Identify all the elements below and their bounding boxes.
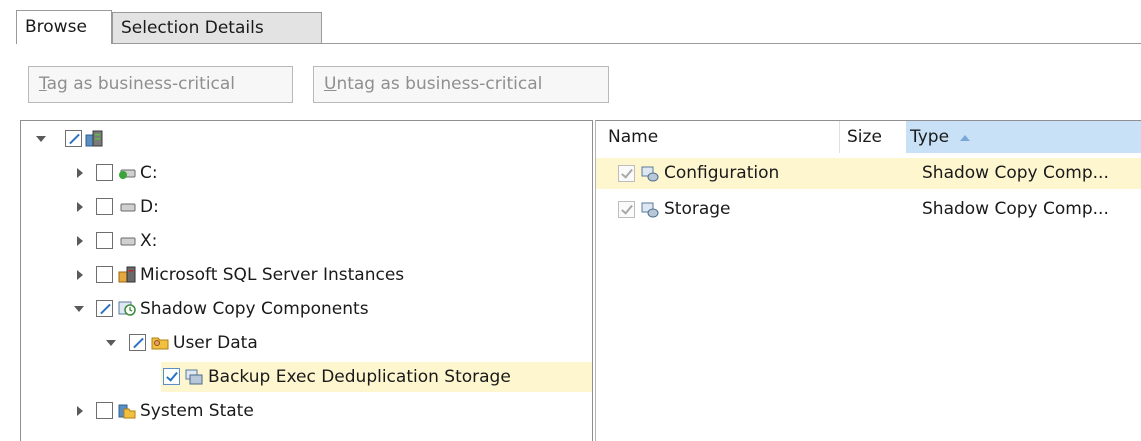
tree-item-shadow-copy[interactable]: Shadow Copy Components xyxy=(21,294,592,324)
row-type: Shadow Copy Comp... xyxy=(922,199,1109,219)
server-icon xyxy=(85,130,103,147)
row-name: Configuration xyxy=(664,163,780,183)
column-header-type[interactable]: Type xyxy=(906,121,1141,153)
untag-business-critical-button[interactable]: Untag as business-critical xyxy=(313,66,609,103)
selection-tree[interactable]: C: D: X: Microsoft SQL Server Instances xyxy=(20,120,593,441)
tree-item-dedup-storage[interactable]: Backup Exec Deduplication Storage xyxy=(21,362,592,392)
tree-item-c-drive[interactable]: C: xyxy=(21,158,592,188)
d-drive-checkbox[interactable] xyxy=(96,198,113,215)
tree-item-label: User Data xyxy=(173,333,258,353)
column-header-type-label: Type xyxy=(910,127,950,147)
c-drive-checkbox[interactable] xyxy=(96,164,113,181)
tree-item-x-drive[interactable]: X: xyxy=(21,226,592,256)
tree-item-system-state[interactable]: System State xyxy=(21,396,592,426)
untag-button-label: ntag as business-critical xyxy=(336,74,543,94)
row-name: Storage xyxy=(664,199,731,219)
row-checkbox[interactable] xyxy=(618,201,635,218)
storage-component-icon xyxy=(185,369,203,385)
tag-business-critical-button[interactable]: Tag as business-critical xyxy=(28,66,293,103)
row-type: Shadow Copy Comp... xyxy=(922,163,1109,183)
shadow-copy-checkbox[interactable] xyxy=(96,300,113,317)
tree-root[interactable] xyxy=(21,124,592,154)
database-server-icon xyxy=(118,266,136,283)
tree-item-d-drive[interactable]: D: xyxy=(21,192,592,222)
system-drive-icon xyxy=(119,169,136,179)
component-icon xyxy=(641,202,659,218)
row-checkbox[interactable] xyxy=(618,165,635,182)
x-drive-checkbox[interactable] xyxy=(96,232,113,249)
sql-server-checkbox[interactable] xyxy=(96,266,113,283)
expand-arrow-icon[interactable] xyxy=(74,226,86,256)
user-data-checkbox[interactable] xyxy=(129,334,146,351)
contents-list[interactable]: Name Size Type Configuration Shadow Copy… xyxy=(595,120,1141,441)
collapse-arrow-icon[interactable] xyxy=(36,124,48,154)
expand-arrow-icon[interactable] xyxy=(74,192,86,222)
tree-item-label: X: xyxy=(140,231,158,251)
column-header-size[interactable]: Size xyxy=(839,121,905,153)
expand-arrow-icon[interactable] xyxy=(74,158,86,188)
list-item[interactable]: Configuration Shadow Copy Comp... xyxy=(596,158,1141,189)
tab-browse[interactable]: Browse xyxy=(16,10,112,44)
expand-arrow-icon[interactable] xyxy=(74,260,86,290)
sort-ascending-icon xyxy=(960,135,971,141)
tree-item-label: Backup Exec Deduplication Storage xyxy=(208,367,511,387)
tree-item-user-data[interactable]: User Data xyxy=(21,328,592,358)
column-header-name[interactable]: Name xyxy=(596,121,839,153)
dedup-storage-checkbox[interactable] xyxy=(163,368,180,385)
system-state-icon xyxy=(118,404,136,419)
user-folder-icon xyxy=(151,337,169,350)
component-icon xyxy=(641,166,659,182)
tree-item-label: Shadow Copy Components xyxy=(140,299,369,319)
collapse-arrow-icon[interactable] xyxy=(74,294,86,324)
list-item[interactable]: Storage Shadow Copy Comp... xyxy=(596,194,1141,225)
collapse-arrow-icon[interactable] xyxy=(106,328,118,358)
tree-item-sql-server[interactable]: Microsoft SQL Server Instances xyxy=(21,260,592,290)
shadow-copy-icon xyxy=(118,301,136,316)
tree-item-label: D: xyxy=(140,197,159,217)
system-state-checkbox[interactable] xyxy=(96,402,113,419)
root-checkbox[interactable] xyxy=(65,130,82,147)
tree-item-label: C: xyxy=(140,163,158,183)
drive-icon xyxy=(120,203,136,212)
tag-button-label: ag as business-critical xyxy=(46,74,236,94)
tab-selection-details[interactable]: Selection Details xyxy=(112,12,322,43)
untag-button-mnemonic: U xyxy=(324,74,337,94)
expand-arrow-icon[interactable] xyxy=(74,396,86,426)
tree-item-label: Microsoft SQL Server Instances xyxy=(140,265,405,285)
drive-icon xyxy=(120,237,136,246)
tab-strip: Browse Selection Details xyxy=(16,10,1141,44)
tree-item-label: System State xyxy=(140,401,254,421)
tag-button-mnemonic: T xyxy=(39,74,47,94)
